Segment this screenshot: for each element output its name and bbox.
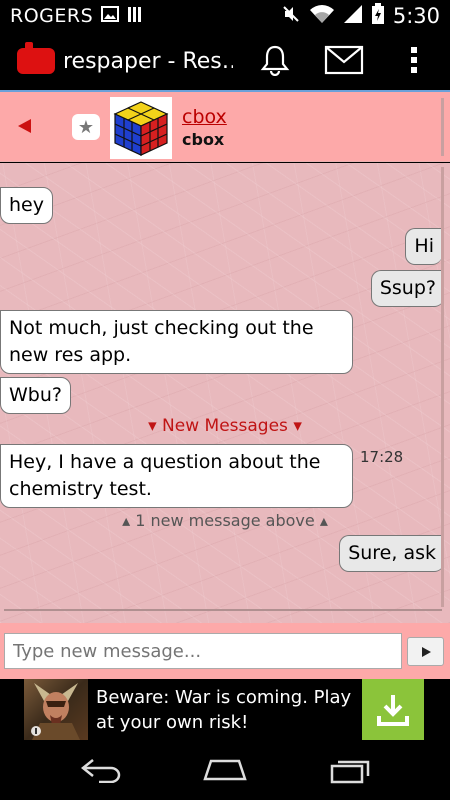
- composer-bar: [0, 623, 450, 679]
- message-bubble-outgoing[interactable]: Ssup?: [370, 270, 444, 307]
- carrier-label: ROGERS: [10, 5, 94, 27]
- contact-subtitle: cbox: [182, 130, 225, 149]
- message-bubble-incoming[interactable]: Wbu?: [0, 377, 71, 414]
- new-messages-divider: ▾ New Messages ▾: [148, 416, 302, 436]
- message-bubble-incoming[interactable]: Not much, just checking out the new res …: [0, 310, 353, 374]
- contact-avatar[interactable]: [110, 97, 172, 159]
- message-bubble-incoming[interactable]: Hey, I have a question about the chemist…: [0, 444, 353, 508]
- rubiks-cube-icon: [113, 101, 169, 156]
- home-icon: [203, 759, 247, 781]
- message-text: Hey, I have a question about the chemist…: [9, 451, 321, 500]
- chat-scrollbar[interactable]: [441, 167, 444, 607]
- mail-icon: [324, 45, 364, 79]
- recents-icon: [330, 760, 370, 784]
- system-nav-bar: [0, 740, 450, 800]
- mute-icon: [281, 4, 301, 28]
- battery-icon: [371, 3, 385, 29]
- message-text: Not much, just checking out the new res …: [9, 317, 314, 366]
- message-text: Wbu?: [9, 384, 62, 406]
- send-button[interactable]: [407, 637, 444, 666]
- message-bubble-incoming[interactable]: hey: [0, 187, 53, 224]
- conversation-header: ★ cbox cbox: [0, 90, 450, 162]
- message-text: Sure, ask: [348, 542, 436, 564]
- overflow-menu-button[interactable]: [392, 40, 436, 84]
- bell-icon: [260, 44, 290, 80]
- message-text: Ssup?: [379, 277, 436, 299]
- notifications-button[interactable]: [253, 40, 297, 84]
- message-text: hey: [9, 194, 44, 216]
- message-timestamp: 17:28: [360, 448, 404, 466]
- new-message-above-indicator[interactable]: ▴ 1 new message above ▴: [0, 511, 450, 530]
- message-bubble-outgoing[interactable]: Sure, ask: [339, 535, 444, 572]
- ad-text[interactable]: Beware: War is coming. Play at your own …: [96, 685, 358, 735]
- nav-home-button[interactable]: [200, 752, 250, 788]
- back-icon: [80, 759, 121, 783]
- action-bar: respaper - Res…: [0, 32, 450, 90]
- chat-divider-line: [4, 609, 442, 611]
- back-arrow-icon[interactable]: [18, 119, 31, 133]
- message-input[interactable]: [4, 633, 402, 669]
- signal-bars-icon: [127, 5, 143, 27]
- clock: 5:30: [392, 4, 440, 28]
- ad-download-button[interactable]: [362, 679, 424, 740]
- overflow-menu-icon: [410, 46, 418, 78]
- warrior-image: [31, 683, 80, 740]
- nav-recents-button[interactable]: [326, 752, 376, 788]
- chat-area[interactable]: hey Hi Ssup? Not much, just checking out…: [0, 163, 450, 623]
- send-arrow-icon: [421, 646, 431, 657]
- image-icon: [101, 6, 120, 26]
- star-icon: ★: [77, 116, 95, 138]
- app-title: respaper - Res…: [63, 48, 233, 74]
- favorite-star-button[interactable]: ★: [72, 114, 100, 140]
- cell-signal-icon: [343, 4, 363, 28]
- download-icon: [377, 694, 409, 726]
- message-bubble-outgoing[interactable]: Hi: [405, 228, 442, 265]
- message-text: Hi: [414, 235, 434, 257]
- messages-button[interactable]: [322, 40, 366, 84]
- ad-image[interactable]: [24, 679, 88, 740]
- nav-back-button[interactable]: [76, 752, 126, 788]
- wifi-icon: [309, 4, 335, 28]
- header-scrollbar: [441, 98, 444, 156]
- contact-name-link[interactable]: cbox: [182, 106, 227, 128]
- status-bar: ROGERS 5:30: [0, 0, 450, 32]
- ad-banner[interactable]: Beware: War is coming. Play at your own …: [0, 679, 450, 740]
- app-logo[interactable]: [17, 42, 55, 74]
